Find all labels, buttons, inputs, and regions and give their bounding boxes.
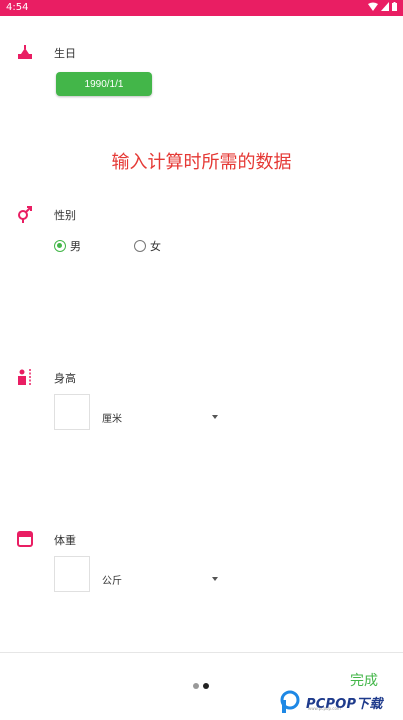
birthday-cake-icon: [18, 45, 32, 59]
gender-option-male[interactable]: 男: [54, 238, 81, 254]
dropdown-arrow-icon: [212, 415, 218, 419]
gender-icon: [18, 206, 32, 223]
weight-unit-select[interactable]: 公斤: [102, 572, 222, 592]
height-ruler-icon: [18, 369, 31, 385]
weight-unit-value: 公斤: [102, 576, 122, 587]
watermark: PCPOP下载 www.pcpop.com: [278, 684, 403, 720]
gender-option-female[interactable]: 女: [134, 238, 161, 254]
page-headline: 输入计算时所需的数据: [111, 152, 292, 173]
radio-checked-icon[interactable]: [54, 240, 66, 252]
gender-option-label: 男: [70, 240, 81, 253]
radio-unchecked-icon[interactable]: [134, 240, 146, 252]
birthday-date-button[interactable]: 1990/1/1: [56, 72, 152, 96]
footer-divider: [0, 652, 403, 653]
wifi-icon: [368, 2, 378, 11]
page-dot-current: [203, 683, 209, 689]
pcpop-logo-icon: [280, 690, 300, 713]
gender-label: 性别: [54, 209, 76, 222]
height-label: 身高: [54, 372, 76, 385]
scale-icon: [17, 531, 33, 547]
watermark-sub: www.pcpop.com: [308, 706, 341, 711]
status-bar: 4:54: [0, 0, 403, 16]
height-unit-value: 厘米: [102, 414, 122, 425]
signal-icon: [381, 2, 389, 11]
height-input[interactable]: [54, 394, 90, 430]
weight-label: 体重: [54, 534, 76, 547]
battery-icon: [392, 2, 397, 11]
height-unit-select[interactable]: 厘米: [102, 410, 222, 430]
gender-option-label: 女: [150, 240, 161, 253]
page-dot: [193, 683, 199, 689]
status-icons: [368, 2, 397, 11]
page-indicator: [193, 683, 209, 689]
dropdown-arrow-icon: [212, 577, 218, 581]
status-time: 4:54: [6, 2, 29, 13]
weight-input[interactable]: [54, 556, 90, 592]
birthday-label: 生日: [54, 47, 76, 60]
